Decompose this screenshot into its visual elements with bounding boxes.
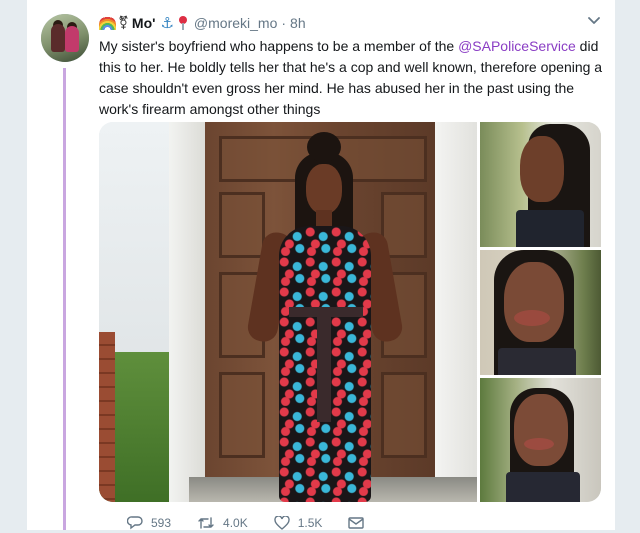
tweet-card[interactable]: ⚧ Mo' ⚓ @moreki_mo · 8h My sister's boyf… xyxy=(26,0,616,530)
retweet-icon xyxy=(198,517,214,529)
tweet-timestamp[interactable]: 8h xyxy=(290,15,306,31)
reply-icon xyxy=(127,516,143,530)
like-count: 1.5K xyxy=(297,516,323,530)
thread-line xyxy=(63,68,66,530)
message-button[interactable] xyxy=(348,516,372,530)
photo-thumb-2[interactable] xyxy=(480,250,601,375)
tweet-header: ⚧ Mo' ⚓ @moreki_mo · 8h xyxy=(99,12,599,34)
tweet-text: My sister's boyfriend who happens to be … xyxy=(99,36,604,120)
like-button[interactable]: 1.5K xyxy=(274,516,323,530)
pushpin-emoji-icon xyxy=(178,16,188,30)
reply-count: 593 xyxy=(151,516,172,530)
retweet-count: 4.0K xyxy=(223,516,248,530)
heart-icon xyxy=(274,516,290,530)
meta-separator: · xyxy=(281,15,287,31)
chevron-down-icon[interactable] xyxy=(587,14,601,28)
user-handle[interactable]: @moreki_mo xyxy=(194,15,277,31)
display-name[interactable]: Mo' xyxy=(132,15,156,31)
transgender-symbol-icon: ⚧ xyxy=(118,15,129,30)
reply-button[interactable]: 593 xyxy=(127,516,171,530)
mention-link[interactable]: @SAPoliceService xyxy=(458,38,576,54)
avatar[interactable] xyxy=(41,14,89,62)
photo-main[interactable] xyxy=(99,122,477,502)
rainbow-emoji-icon xyxy=(99,16,116,30)
anchor-emoji-icon: ⚓ xyxy=(160,15,174,32)
direct-message-icon xyxy=(348,517,365,529)
tweet-actions: 593 4.0K 1.5K xyxy=(127,513,447,533)
photo-thumb-1[interactable] xyxy=(480,122,601,247)
tweet-text-part-1: My sister's boyfriend who happens to be … xyxy=(99,38,459,54)
media-grid xyxy=(99,122,601,502)
photo-thumb-3[interactable] xyxy=(480,378,601,502)
retweet-button[interactable]: 4.0K xyxy=(197,516,248,530)
